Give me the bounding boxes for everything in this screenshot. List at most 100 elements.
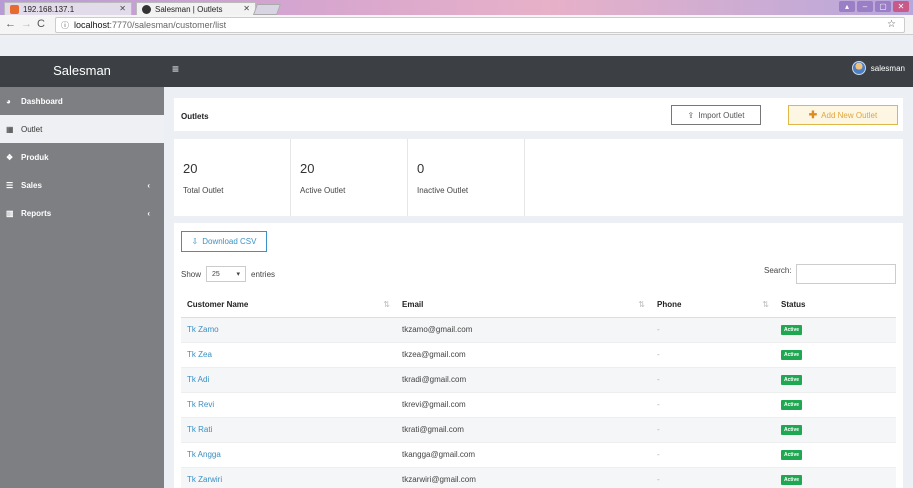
email-cell: tkangga@gmail.com bbox=[396, 441, 651, 467]
download-csv-button[interactable]: ⇩ Download CSV bbox=[181, 231, 267, 252]
avatar bbox=[851, 61, 866, 75]
close-tab-icon[interactable]: ✕ bbox=[243, 4, 250, 13]
sidebar-item-sales[interactable]: ☰ Sales ‹ bbox=[0, 171, 164, 199]
entries-label: entries bbox=[251, 269, 276, 279]
add-new-outlet-button[interactable]: ✚ Add New Outlet bbox=[788, 105, 898, 125]
stat-label: Total Outlet bbox=[183, 186, 224, 195]
column-header-customer-name[interactable]: Customer Name ⇅ bbox=[181, 293, 396, 318]
status-cell: Active bbox=[775, 366, 896, 392]
download-csv-label: Download CSV bbox=[202, 237, 257, 246]
sidebar-item-dashboard[interactable]: ◕ Dashboard bbox=[0, 87, 164, 115]
close-window-icon[interactable]: ✕ bbox=[893, 1, 909, 12]
email-cell: tkzea@gmail.com bbox=[396, 341, 651, 367]
reload-icon[interactable]: C bbox=[37, 18, 45, 30]
status-cell: Active bbox=[775, 316, 896, 342]
menu-toggle-icon[interactable]: ≡ bbox=[172, 62, 179, 76]
sort-icon[interactable]: ⇅ bbox=[638, 300, 645, 309]
url-input[interactable]: ⓘ localhost:7770/salesman/customer/list … bbox=[55, 17, 905, 33]
customer-name-link[interactable]: Tk Zamo bbox=[181, 316, 396, 342]
upload-icon: ⇪ bbox=[687, 110, 695, 120]
status-badge: Active bbox=[781, 350, 803, 360]
back-icon[interactable]: ← bbox=[5, 18, 16, 30]
chevron-left-icon: ‹ bbox=[147, 208, 150, 218]
customer-name-link[interactable]: Tk Revi bbox=[181, 391, 396, 417]
top-navbar bbox=[164, 56, 913, 87]
search-label: Search: bbox=[764, 266, 792, 275]
window-controls: ▴ – ▢ ✕ bbox=[839, 1, 909, 12]
table-row: Tk Angga tkangga@gmail.com - Active bbox=[181, 441, 896, 467]
sidebar-item-outlet[interactable]: ▦ Outlet bbox=[0, 115, 164, 143]
outlet-table-panel: ⇩ Download CSV Show 25 ▾ entries Search:… bbox=[174, 223, 903, 488]
main-content: Outlets ⇪ Import Outlet ✚ Add New Outlet… bbox=[164, 87, 913, 488]
customer-name-link[interactable]: Tk Adi bbox=[181, 366, 396, 392]
column-header-status[interactable]: Status bbox=[775, 293, 896, 318]
maximize-icon[interactable]: ▢ bbox=[875, 1, 891, 12]
outlets-header: Outlets ⇪ Import Outlet ✚ Add New Outlet bbox=[174, 98, 903, 131]
entries-select[interactable]: 25 ▾ bbox=[206, 266, 247, 282]
add-new-outlet-label: Add New Outlet bbox=[821, 110, 878, 120]
stat-active-outlet: 20 Active Outlet bbox=[291, 139, 408, 216]
status-badge: Active bbox=[781, 425, 803, 435]
status-cell: Active bbox=[775, 466, 896, 488]
chevron-left-icon: ‹ bbox=[147, 180, 150, 190]
customer-name-link[interactable]: Tk Zarwiri bbox=[181, 466, 396, 488]
dashboard-icon: ◕ bbox=[6, 96, 11, 106]
column-header-phone[interactable]: Phone ⇅ bbox=[651, 293, 775, 318]
customer-name-link[interactable]: Tk Rati bbox=[181, 416, 396, 442]
import-outlet-label: Import Outlet bbox=[698, 110, 745, 120]
entries-value: 25 bbox=[212, 270, 220, 278]
status-badge: Active bbox=[781, 475, 803, 486]
forward-icon[interactable]: → bbox=[21, 18, 32, 30]
stat-value: 0 bbox=[417, 161, 425, 176]
user-profile-icon[interactable]: ▴ bbox=[839, 1, 855, 12]
import-outlet-button[interactable]: ⇪ Import Outlet bbox=[671, 105, 761, 125]
sort-icon[interactable]: ⇅ bbox=[383, 300, 390, 309]
status-cell: Active bbox=[775, 391, 896, 417]
status-cell: Active bbox=[775, 441, 896, 467]
table-row: Tk Zarwiri tkzarwiri@gmail.com - Active bbox=[181, 466, 896, 488]
user-name: salesman bbox=[870, 63, 905, 73]
address-bar: ← → C ⓘ localhost:7770/salesman/customer… bbox=[0, 15, 913, 35]
cubes-icon: ❖ bbox=[6, 152, 14, 162]
list-icon: ☰ bbox=[6, 180, 14, 190]
customer-name-link[interactable]: Tk Angga bbox=[181, 441, 396, 467]
customer-name-link[interactable]: Tk Zea bbox=[181, 341, 396, 367]
bar-chart-icon: ▥ bbox=[6, 208, 14, 218]
outlet-table: Customer Name ⇅ Email ⇅ Phone ⇅ Status Tk Z… bbox=[181, 293, 896, 488]
app-brand[interactable]: Salesman bbox=[0, 63, 164, 78]
phone-cell: - bbox=[651, 366, 775, 392]
sort-icon[interactable]: ⇅ bbox=[762, 300, 769, 309]
phone-cell: - bbox=[651, 391, 775, 417]
caret-down-icon: ▾ bbox=[236, 271, 241, 278]
browser-tab-label: 192.168.137.1 bbox=[23, 5, 75, 14]
browser-tab-1[interactable]: 192.168.137.1 ✕ bbox=[4, 2, 132, 15]
info-icon[interactable]: ⓘ bbox=[61, 20, 69, 31]
sidebar-item-label: Sales bbox=[21, 180, 42, 190]
download-icon: ⇩ bbox=[191, 237, 199, 246]
stat-value: 20 bbox=[300, 161, 315, 176]
email-cell: tkzarwiri@gmail.com bbox=[396, 466, 651, 488]
minimize-icon[interactable]: – bbox=[857, 1, 873, 12]
table-row: Tk Zea tkzea@gmail.com - Active bbox=[181, 341, 896, 367]
url-host: localhost bbox=[74, 20, 110, 30]
table-row: Tk Revi tkrevi@gmail.com - Active bbox=[181, 391, 896, 417]
browser-tab-label: Salesman | Outlets bbox=[155, 5, 223, 14]
column-header-email[interactable]: Email ⇅ bbox=[396, 293, 651, 318]
new-tab-button[interactable] bbox=[252, 4, 282, 15]
close-tab-icon[interactable]: ✕ bbox=[119, 4, 126, 13]
phone-cell: - bbox=[651, 416, 775, 442]
email-cell: tkrati@gmail.com bbox=[396, 416, 651, 442]
browser-tab-2[interactable]: Salesman | Outlets ✕ bbox=[136, 2, 256, 15]
bookmark-star-icon[interactable]: ☆ bbox=[887, 19, 896, 30]
sidebar-item-produk[interactable]: ❖ Produk bbox=[0, 143, 164, 171]
store-icon: ▦ bbox=[6, 124, 14, 134]
url-path: :7770/salesman/customer/list bbox=[109, 20, 227, 30]
sidebar-item-label: Dashboard bbox=[21, 96, 63, 106]
user-menu[interactable]: salesman bbox=[851, 61, 905, 75]
sidebar-item-reports[interactable]: ▥ Reports ‹ bbox=[0, 199, 164, 227]
phone-cell: - bbox=[651, 316, 775, 342]
search-input[interactable] bbox=[796, 264, 896, 284]
status-badge: Active bbox=[781, 325, 803, 335]
status-badge: Active bbox=[781, 375, 803, 385]
status-badge: Active bbox=[781, 450, 803, 460]
